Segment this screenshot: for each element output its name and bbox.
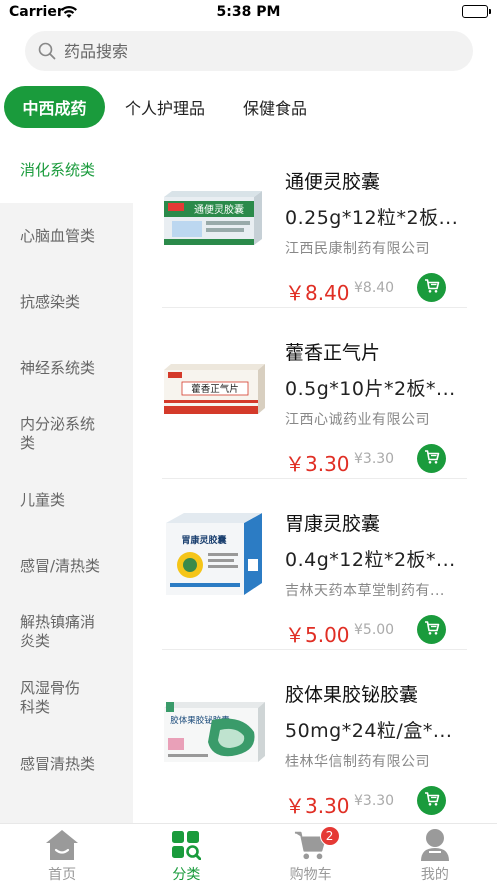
add-to-cart-button[interactable] — [417, 444, 446, 473]
search-bar[interactable] — [25, 31, 473, 71]
box-title: 藿香正气片 — [191, 383, 239, 395]
sidebar-item-cold-heat[interactable]: 感冒清热类 — [0, 731, 133, 797]
sidebar-item-label: 风湿骨伤科类 — [20, 679, 81, 716]
sidebar-item-antipyretic[interactable]: 解热镇痛消炎类 — [0, 599, 133, 665]
tab-category[interactable]: 分类 — [124, 824, 248, 883]
search-icon — [38, 42, 56, 60]
cart-icon — [424, 449, 440, 469]
top-tab-health-food[interactable]: 保健食品 — [225, 86, 325, 128]
category-sidebar: 消化系统类 心脑血管类 抗感染类 神经系统类 内分泌系统类 儿童类 感冒/清热类… — [0, 137, 133, 823]
product-image[interactable]: 胶体果胶铋胶囊 — [162, 690, 267, 768]
product-manufacturer: 江西心诚药业有限公司 — [285, 412, 430, 428]
status-time: 5:38 PM — [216, 4, 281, 20]
home-icon — [45, 828, 79, 862]
box-title: 通便灵胶囊 — [194, 203, 244, 216]
sidebar-item-rheumatism[interactable]: 风湿骨伤科类 — [0, 665, 133, 731]
product-original-price: ¥3.30 — [354, 451, 395, 467]
product-card[interactable]: 胃康灵胶囊 胃康灵胶囊 0.4g*12粒*2板*... 吉林天药本草堂制药有..… — [162, 479, 467, 650]
top-category-tabs: 中西成药 个人护理品 保健食品 — [4, 86, 327, 128]
tab-label: 购物车 — [289, 867, 332, 883]
box-title: 胃康灵胶囊 — [181, 534, 227, 546]
category-icon — [169, 828, 203, 862]
product-image[interactable]: 藿香正气片 — [162, 348, 267, 426]
product-manufacturer: 吉林天药本草堂制药有... — [285, 583, 445, 599]
product-name: 藿香正气片 — [285, 342, 381, 364]
sidebar-item-label: 解热镇痛消炎类 — [20, 613, 96, 650]
product-spec: 0.5g*10片*2板*... — [285, 378, 456, 400]
product-original-price: ¥5.00 — [354, 622, 395, 638]
cart-badge: 2 — [319, 826, 340, 846]
add-to-cart-button[interactable] — [417, 273, 446, 302]
product-price: ￥3.30 — [285, 794, 350, 818]
sidebar-item-children[interactable]: 儿童类 — [0, 467, 133, 533]
tab-label: 分类 — [172, 867, 201, 883]
product-price: ￥5.00 — [285, 623, 350, 647]
product-manufacturer: 桂林华信制药有限公司 — [285, 754, 430, 770]
add-to-cart-button[interactable] — [417, 615, 446, 644]
product-name: 胃康灵胶囊 — [285, 513, 381, 535]
tab-profile[interactable]: 我的 — [373, 824, 497, 883]
sidebar-item-cardio[interactable]: 心脑血管类 — [0, 203, 133, 269]
sidebar-item-label: 内分泌系统类 — [20, 415, 96, 452]
battery-icon — [462, 5, 491, 18]
product-spec: 0.25g*12粒*2板... — [285, 207, 459, 229]
top-tab-personal-care[interactable]: 个人护理品 — [107, 86, 223, 128]
tab-label: 我的 — [420, 867, 449, 883]
product-name: 通便灵胶囊 — [285, 171, 381, 193]
cart-icon: 2 — [294, 826, 340, 862]
status-bar: Carrier 5:38 PM — [0, 0, 497, 26]
product-original-price: ¥3.30 — [354, 793, 395, 809]
sidebar-item-digestive[interactable]: 消化系统类 — [0, 137, 133, 203]
sidebar-item-endocrine[interactable]: 内分泌系统类 — [0, 401, 133, 467]
product-price: ￥3.30 — [285, 452, 350, 476]
tab-label: 首页 — [48, 867, 77, 883]
product-original-price: ¥8.40 — [354, 280, 395, 296]
sidebar-item-cold-fever[interactable]: 感冒/清热类 — [0, 533, 133, 599]
tab-home[interactable]: 首页 — [0, 824, 124, 883]
product-card[interactable]: 藿香正气片 藿香正气片 0.5g*10片*2板*... 江西心诚药业有限公司 ￥… — [162, 308, 467, 479]
product-image[interactable]: 通便灵胶囊 — [162, 177, 267, 255]
bottom-tab-bar: 首页 分类 2 购物车 我的 — [0, 823, 497, 883]
tab-cart[interactable]: 2 购物车 — [249, 824, 373, 883]
sidebar-item-anti-infection[interactable]: 抗感染类 — [0, 269, 133, 335]
product-card[interactable]: 通便灵胶囊 通便灵胶囊 0.25g*12粒*2板... 江西民康制药有限公司 ￥… — [162, 137, 467, 308]
product-card[interactable]: 胶体果胶铋胶囊 胶体果胶铋胶囊 50mg*24粒/盒*... 桂林华信制药有限公… — [162, 650, 467, 821]
top-tab-chinese-western-medicine[interactable]: 中西成药 — [4, 86, 105, 128]
product-list: 通便灵胶囊 通便灵胶囊 0.25g*12粒*2板... 江西民康制药有限公司 ￥… — [162, 137, 467, 821]
search-input[interactable] — [64, 41, 444, 61]
sidebar-item-nervous[interactable]: 神经系统类 — [0, 335, 133, 401]
product-price: ￥8.40 — [285, 281, 350, 305]
product-manufacturer: 江西民康制药有限公司 — [285, 241, 430, 257]
cart-icon — [424, 791, 440, 811]
product-name: 胶体果胶铋胶囊 — [285, 684, 419, 706]
cart-icon — [424, 278, 440, 298]
add-to-cart-button[interactable] — [417, 786, 446, 815]
cart-icon — [424, 620, 440, 640]
user-icon — [418, 828, 452, 862]
product-spec: 50mg*24粒/盒*... — [285, 720, 453, 742]
product-image[interactable]: 胃康灵胶囊 — [162, 509, 267, 599]
product-spec: 0.4g*12粒*2板*... — [285, 549, 456, 571]
